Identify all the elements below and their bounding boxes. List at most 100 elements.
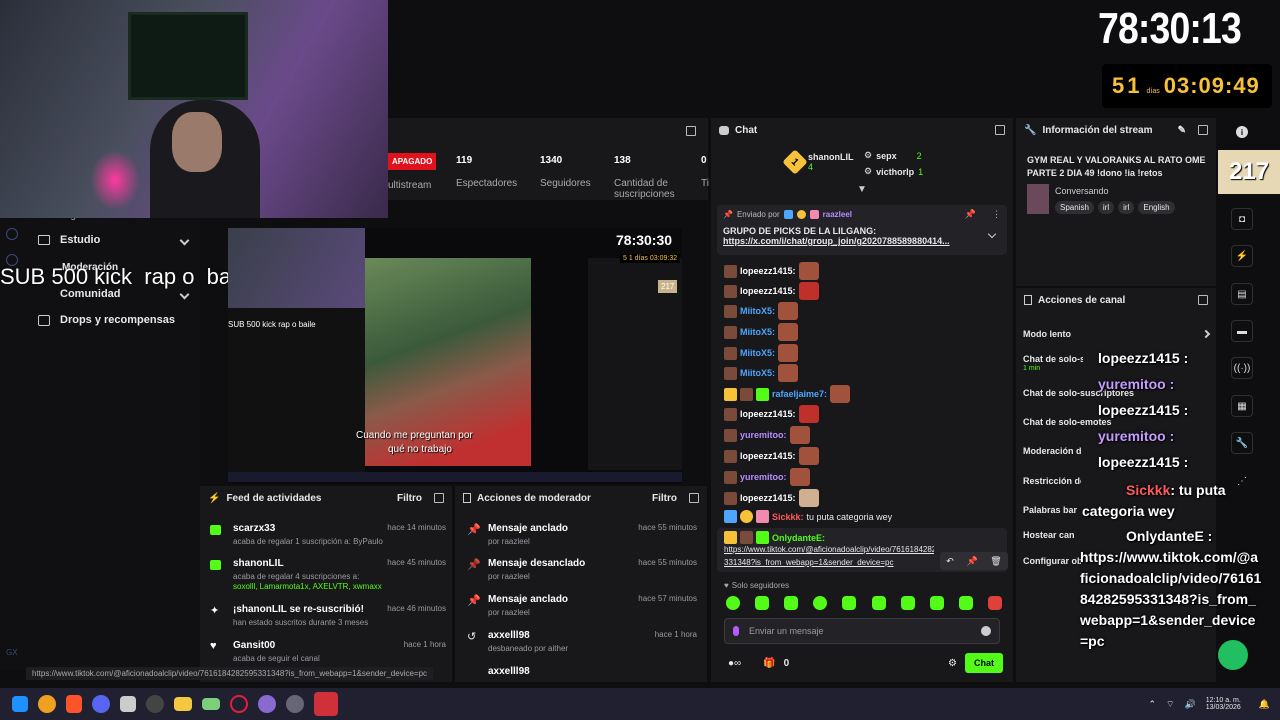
- pin-icon[interactable]: 📌: [965, 209, 976, 220]
- emote-button[interactable]: [813, 596, 828, 610]
- chat-input[interactable]: Enviar un mensaje: [724, 618, 1000, 644]
- chat-message: lopeezz1415:: [724, 447, 819, 465]
- emote-button[interactable]: [755, 596, 770, 610]
- action-emotes-only[interactable]: Chat de solo-emotes: [1023, 417, 1112, 427]
- reply-icon[interactable]: ↶: [946, 556, 954, 567]
- emoji-icon[interactable]: [981, 626, 991, 636]
- emote-button[interactable]: [900, 596, 915, 610]
- feed-filter-button[interactable]: Filtro: [397, 493, 422, 504]
- layout-icon[interactable]: ▦: [1231, 395, 1253, 417]
- wifi-icon[interactable]: ⌔: [1166, 699, 1174, 710]
- wrench-icon[interactable]: 🔧: [1231, 432, 1253, 454]
- action-age-restriction[interactable]: Restricción de edad: [1023, 476, 1081, 486]
- pinned-message: 📌 Enviado por raazleel 📌 ⋮ GRUPO DE PICK…: [717, 205, 1007, 255]
- action-banned-words[interactable]: Palabras bar: [1023, 505, 1077, 515]
- avatar: [724, 428, 737, 442]
- emote-button[interactable]: [929, 596, 944, 610]
- leader-2: ⚙ sepx 2: [864, 150, 922, 161]
- sub-badge: [756, 387, 769, 401]
- feed-time: hace 45 minutos: [387, 558, 446, 567]
- stat-extra: 0 Ti: [701, 155, 709, 189]
- camera-icon[interactable]: ◘: [1231, 208, 1253, 230]
- leader-count: 2: [916, 150, 922, 161]
- pinned-link[interactable]: https://x.com/i/chat/group_join/g2020788…: [723, 236, 983, 246]
- action-host[interactable]: Hostear can: [1023, 530, 1075, 540]
- gift-icon[interactable]: 🎁: [763, 658, 775, 669]
- mod-time: hace 57 minutos: [638, 594, 697, 603]
- emote-button[interactable]: [726, 596, 740, 610]
- user-badge: [724, 510, 737, 523]
- tag[interactable]: English: [1138, 201, 1175, 214]
- points-icon[interactable]: ●∞: [728, 658, 741, 669]
- chat-icon[interactable]: ▬: [1231, 320, 1253, 342]
- mic-icon[interactable]: [733, 626, 739, 636]
- leader-count: 4: [808, 162, 814, 172]
- popout-icon[interactable]: [1198, 295, 1208, 305]
- emote-button[interactable]: [987, 596, 1002, 610]
- action-followers-only[interactable]: Chat de solo-seguidores: [1023, 354, 1083, 364]
- action-ai-mod[interactable]: Moderación del chat con IA: [1023, 446, 1081, 456]
- settings-icon[interactable]: ⚙: [948, 658, 957, 669]
- action-goals[interactable]: Configurar objetivos: [1023, 556, 1081, 566]
- avatar: [724, 470, 737, 484]
- emote-button[interactable]: [871, 596, 886, 610]
- store-icon[interactable]: [120, 696, 136, 712]
- popout-icon[interactable]: [995, 125, 1005, 135]
- avatar: [724, 407, 737, 421]
- coin-app-icon[interactable]: [38, 695, 56, 713]
- chat-link[interactable]: 331348?is_from_webapp=1&sender_device=pc: [724, 558, 893, 567]
- popout-icon[interactable]: [689, 493, 699, 503]
- active-app-icon[interactable]: [314, 692, 338, 716]
- app-icon[interactable]: [258, 695, 276, 713]
- edit-icon[interactable]: ✎: [1178, 125, 1186, 136]
- lightning-icon[interactable]: ⚡: [1231, 245, 1253, 267]
- delete-icon[interactable]: 🗑: [990, 556, 1001, 567]
- share-icon[interactable]: ⋰: [1231, 470, 1253, 492]
- broadcast-icon[interactable]: ((·)): [1231, 357, 1253, 379]
- support-button[interactable]: [1218, 640, 1248, 670]
- emote-button[interactable]: [958, 596, 973, 610]
- tray-chevron-icon[interactable]: ⌃: [1149, 699, 1157, 710]
- tag[interactable]: irl: [1097, 201, 1115, 214]
- mod-filter-button[interactable]: Filtro: [652, 493, 677, 504]
- tag[interactable]: irl: [1118, 201, 1135, 214]
- popout-icon[interactable]: [686, 126, 696, 136]
- popout-icon[interactable]: [1198, 125, 1208, 135]
- video-caption-2: qué no trabajo: [388, 444, 452, 455]
- brave-icon[interactable]: [66, 695, 82, 713]
- undo-icon: ↺: [467, 631, 477, 643]
- feed-sub: han estado suscritos durante 3 meses: [233, 618, 369, 627]
- popout-icon[interactable]: [434, 493, 444, 503]
- tag[interactable]: Spanish: [1055, 201, 1094, 214]
- emote-button[interactable]: [842, 596, 857, 610]
- settings-icon[interactable]: [286, 695, 304, 713]
- folder-icon[interactable]: [174, 697, 192, 711]
- unpin-icon: 📌: [467, 559, 481, 571]
- gamepad-icon[interactable]: [202, 698, 220, 710]
- document-icon[interactable]: ▤: [1231, 283, 1253, 305]
- windows-start-icon[interactable]: [12, 696, 28, 712]
- action-slow-mode[interactable]: Modo lento: [1023, 329, 1211, 339]
- chat-link[interactable]: https://www.tiktok.com/@aficionadoalclip…: [724, 545, 934, 554]
- chat-user: MiitoX5:: [740, 368, 775, 378]
- chat-user: lopeezz1415:: [740, 266, 796, 276]
- emote-button[interactable]: [784, 596, 799, 610]
- opera-icon[interactable]: [230, 695, 248, 713]
- discord-icon[interactable]: [92, 695, 110, 713]
- feed-sub: soxolll, Lamarmota1x, AXELVTR, xwmaxx: [233, 582, 382, 591]
- volume-icon[interactable]: 🔊: [1185, 699, 1196, 710]
- scroll-down-arrow[interactable]: ▼: [857, 184, 867, 195]
- mod-name: axxelll98: [488, 666, 530, 677]
- chat-message: OnlydanteE:: [724, 531, 825, 544]
- steam-icon[interactable]: [146, 695, 164, 713]
- more-icon[interactable]: ⋮: [992, 209, 1001, 220]
- status-url: https://www.tiktok.com/@aficionadoalclip…: [26, 667, 434, 680]
- avatar: [724, 346, 737, 360]
- sidebar-item-drops[interactable]: Drops y recompensas: [38, 314, 175, 326]
- clock[interactable]: 12:10 a. m. 13/03/2026: [1206, 697, 1241, 711]
- notification-icon[interactable]: 🔔: [1259, 699, 1270, 710]
- info-icon[interactable]: i: [1236, 126, 1248, 138]
- pin-icon[interactable]: 📌: [966, 556, 977, 567]
- send-chat-button[interactable]: Chat: [965, 653, 1003, 673]
- sidebar-item-estudio[interactable]: Estudio: [38, 234, 190, 246]
